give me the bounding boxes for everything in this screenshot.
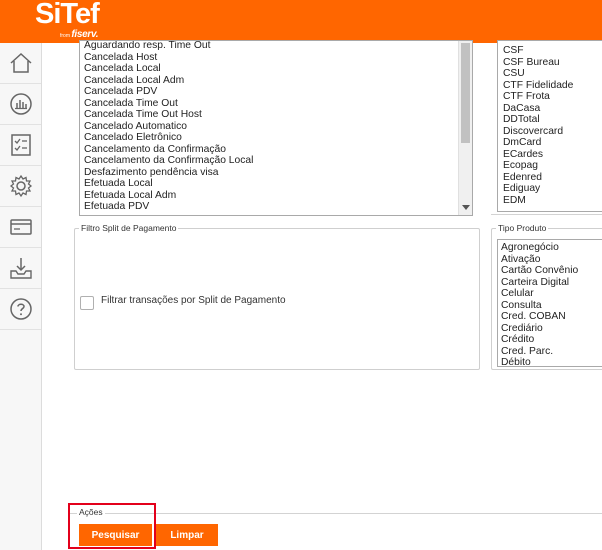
list-item[interactable]: CSU xyxy=(501,68,573,80)
list-item[interactable]: Cancelada PDV xyxy=(82,86,456,98)
list-item[interactable]: Aguardando resp. Time Out xyxy=(82,41,456,52)
list-item[interactable]: Cred. COBAN xyxy=(499,311,578,323)
split-filter-checkbox-label[interactable]: Filtrar transações por Split de Pagament… xyxy=(101,295,286,306)
split-filter-legend: Filtro Split de Pagamento xyxy=(81,223,177,233)
top-header: SiTef from fiserv. xyxy=(0,0,602,43)
list-item[interactable]: Discovercard xyxy=(501,126,573,138)
list-item[interactable]: Cred. Parc. xyxy=(499,346,578,358)
sidebar-item-tasks[interactable] xyxy=(0,125,41,166)
list-item[interactable]: Débito xyxy=(499,357,578,366)
list-item[interactable]: Edenred xyxy=(501,172,573,184)
status-listbox[interactable]: Aguardando resp. Time Out Cancelada Host… xyxy=(79,40,473,216)
status-scrollbar[interactable] xyxy=(458,41,472,215)
sidebar-item-cards[interactable] xyxy=(0,207,41,248)
list-item[interactable]: Cancelado Eletrônico xyxy=(82,132,456,144)
sidebar-item-settings[interactable] xyxy=(0,166,41,207)
product-type-listbox[interactable]: Agronegócio Ativação Cartão Convênio Car… xyxy=(497,239,602,367)
list-item[interactable]: Ativação xyxy=(499,254,578,266)
list-item[interactable]: CTF Frota xyxy=(501,91,573,103)
sidebar-item-downloads[interactable] xyxy=(0,248,41,289)
list-item[interactable]: Efetuada Local Adm xyxy=(82,190,456,202)
list-item[interactable]: Cancelamento da Confirmação Local xyxy=(82,155,456,167)
list-item[interactable]: Celular xyxy=(499,288,578,300)
list-item[interactable]: Consulta xyxy=(499,300,578,312)
list-item[interactable]: Efetuada PDV xyxy=(82,201,456,213)
logo-from: from xyxy=(60,33,70,39)
highlight-box xyxy=(68,503,156,549)
card-icon xyxy=(9,219,32,235)
list-item[interactable]: DmCard xyxy=(501,137,573,149)
inbox-download-icon xyxy=(9,258,32,279)
list-item[interactable]: ECardes xyxy=(501,149,573,161)
scroll-thumb[interactable] xyxy=(461,43,470,143)
list-item[interactable]: DaCasa xyxy=(501,103,573,115)
list-item[interactable]: Efetuada Local xyxy=(82,178,456,190)
product-type-options: Agronegócio Ativação Cartão Convênio Car… xyxy=(499,242,578,366)
home-icon xyxy=(9,52,32,73)
sidebar-item-reports[interactable] xyxy=(0,84,41,125)
checklist-icon xyxy=(10,134,31,156)
help-icon xyxy=(9,298,32,320)
list-item[interactable]: Agronegócio xyxy=(499,242,578,254)
network-options: CSF CSF Bureau CSU CTF Fidelidade CTF Fr… xyxy=(501,45,573,206)
gear-icon xyxy=(9,174,32,198)
network-listbox[interactable]: CSF CSF Bureau CSU CTF Fidelidade CTF Fr… xyxy=(497,40,602,212)
clear-button[interactable]: Limpar xyxy=(156,524,218,546)
list-item[interactable]: EDM xyxy=(501,195,573,207)
sidebar-item-help[interactable] xyxy=(0,289,41,330)
section-divider xyxy=(491,214,602,215)
list-item[interactable]: Ediguay xyxy=(501,183,573,195)
list-item[interactable]: Cancelamento da Confirmação xyxy=(82,144,456,156)
list-item[interactable]: CSF Bureau xyxy=(501,57,573,69)
sitef-logo: SiTef xyxy=(35,0,100,30)
fiserv-logo: from fiserv. xyxy=(60,29,99,40)
list-item[interactable]: Cancelada Local xyxy=(82,63,456,75)
product-type-legend: Tipo Produto xyxy=(498,223,547,233)
list-item[interactable]: Crediário xyxy=(499,323,578,335)
scroll-down-arrow-icon[interactable] xyxy=(462,205,470,210)
list-item[interactable]: Carteira Digital xyxy=(499,277,578,289)
chart-icon xyxy=(9,93,32,115)
list-item[interactable]: Cancelada Time Out xyxy=(82,98,456,110)
list-item[interactable]: CSF xyxy=(501,45,573,57)
list-item[interactable]: Ecopag xyxy=(501,160,573,172)
list-item[interactable]: Desfazimento pendência visa xyxy=(82,167,456,179)
list-item[interactable]: CTF Fidelidade xyxy=(501,80,573,92)
list-item[interactable]: Cartão Convênio xyxy=(499,265,578,277)
list-item[interactable]: Cancelada Host xyxy=(82,52,456,64)
list-item[interactable]: DDTotal xyxy=(501,114,573,126)
list-item[interactable]: Cancelada Local Adm xyxy=(82,75,456,87)
logo-brand: fiserv. xyxy=(71,29,99,40)
status-options: Aguardando resp. Time Out Cancelada Host… xyxy=(82,41,456,213)
list-item[interactable]: Cancelado Automatico xyxy=(82,121,456,133)
sidebar-item-home[interactable] xyxy=(0,43,41,84)
split-filter-checkbox[interactable] xyxy=(80,296,94,310)
sidebar xyxy=(0,43,42,550)
list-item[interactable]: Cancelada Time Out Host xyxy=(82,109,456,121)
list-item[interactable]: Crédito xyxy=(499,334,578,346)
